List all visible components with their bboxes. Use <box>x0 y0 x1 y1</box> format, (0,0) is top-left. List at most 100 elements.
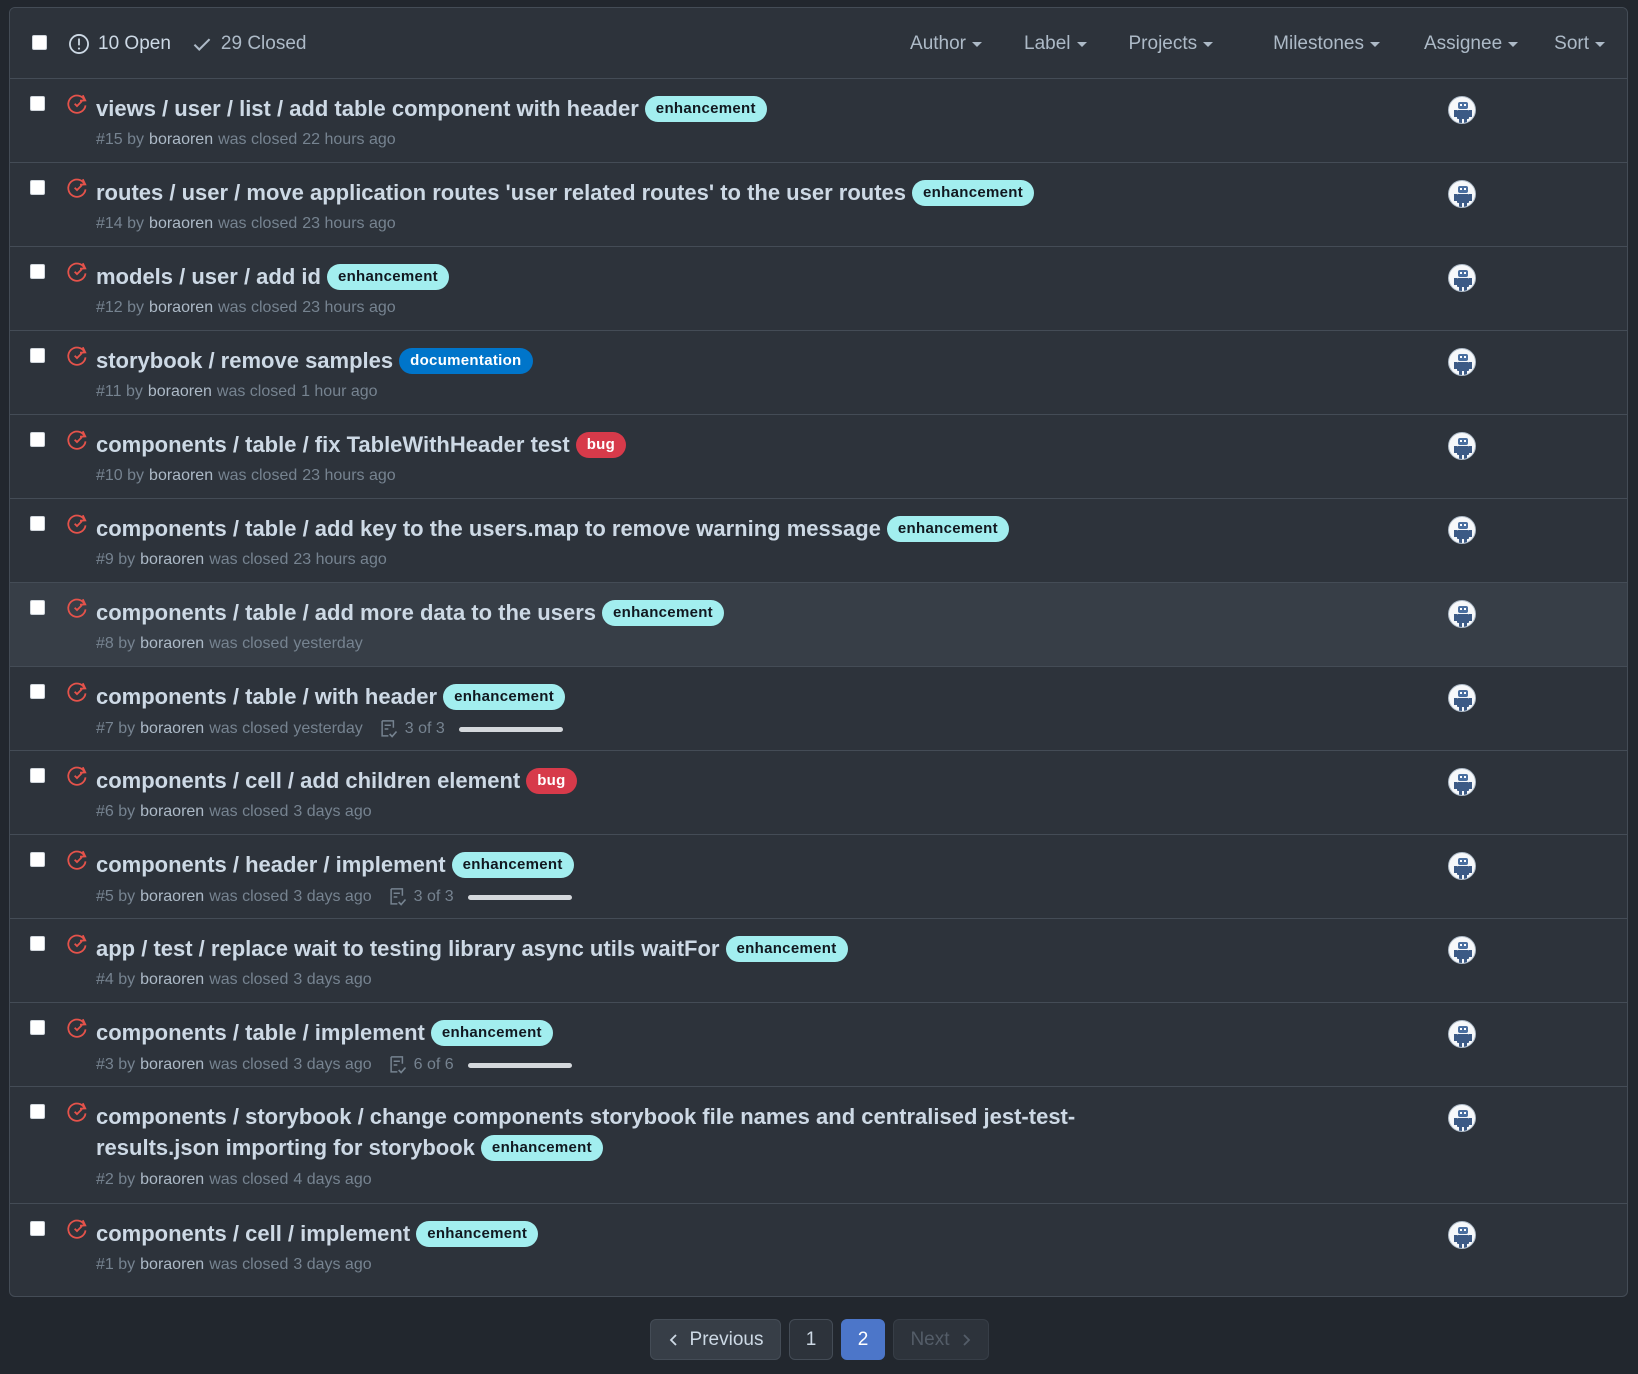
assignee-avatar[interactable] <box>1448 684 1476 712</box>
issue-author-link[interactable]: boraoren <box>149 215 213 233</box>
issue-title-link[interactable]: models / user / add id <box>96 264 321 289</box>
issue-title-link[interactable]: routes / user / move application routes … <box>96 180 906 205</box>
issue-title-link[interactable]: components / table / implement <box>96 1020 425 1045</box>
issue-checkbox[interactable] <box>30 852 45 867</box>
issue-row[interactable]: components / cell / add children element… <box>10 751 1627 835</box>
assignee-avatar[interactable] <box>1448 432 1476 460</box>
issue-row[interactable]: components / table / add key to the user… <box>10 499 1627 583</box>
milestones-filter-dropdown[interactable]: Milestones <box>1257 33 1396 55</box>
sort-dropdown[interactable]: Sort <box>1538 33 1627 55</box>
issue-label[interactable]: documentation <box>399 348 533 374</box>
page-2-current[interactable]: 2 <box>841 1319 885 1360</box>
issue-label[interactable]: enhancement <box>644 96 767 122</box>
closed-issues-link[interactable]: 29 Closed <box>191 33 306 55</box>
issue-author-link[interactable]: boraoren <box>149 467 213 485</box>
assignee-avatar[interactable] <box>1448 768 1476 796</box>
issue-row[interactable]: components / table / add more data to th… <box>10 583 1627 667</box>
issue-title-link[interactable]: components / table / fix TableWithHeader… <box>96 432 570 457</box>
issue-checkbox[interactable] <box>30 684 45 699</box>
issue-row[interactable]: views / user / list / add table componen… <box>10 79 1627 163</box>
assignee-avatar[interactable] <box>1448 1221 1476 1249</box>
assignee-filter-dropdown[interactable]: Assignee <box>1408 33 1534 55</box>
issue-row[interactable]: components / cell / implement enhancement… <box>10 1204 1627 1288</box>
issue-label[interactable]: enhancement <box>326 264 449 290</box>
issue-label[interactable]: enhancement <box>601 600 724 626</box>
issue-author-link[interactable]: boraoren <box>140 635 204 653</box>
assignee-avatar[interactable] <box>1448 348 1476 376</box>
issue-checkbox[interactable] <box>30 768 45 783</box>
issue-author-link[interactable]: boraoren <box>140 551 204 569</box>
issue-checkbox[interactable] <box>30 348 45 363</box>
issue-row[interactable]: components / header / implement enhanceme… <box>10 835 1627 919</box>
issue-row[interactable]: components / table / implement enhancemen… <box>10 1003 1627 1087</box>
issue-row[interactable]: components / storybook / change componen… <box>10 1087 1627 1204</box>
issue-label[interactable]: enhancement <box>430 1020 553 1046</box>
issue-author-link[interactable]: boraoren <box>140 971 204 989</box>
issue-row[interactable]: app / test / replace wait to testing lib… <box>10 919 1627 1003</box>
issue-checkbox[interactable] <box>30 1221 45 1236</box>
assignee-avatar[interactable] <box>1448 180 1476 208</box>
issue-author-link[interactable]: boraoren <box>149 299 213 317</box>
issue-row[interactable]: components / table / fix TableWithHeader… <box>10 415 1627 499</box>
issue-title-link[interactable]: components / table / with header <box>96 684 437 709</box>
issue-title-link[interactable]: components / table / add more data to th… <box>96 600 596 625</box>
previous-page-button[interactable]: Previous <box>650 1319 781 1360</box>
open-issues-link[interactable]: 10 Open <box>68 33 171 55</box>
avatar-robot-icon <box>1454 102 1472 123</box>
issue-title-link[interactable]: views / user / list / add table componen… <box>96 96 639 121</box>
issue-author-link[interactable]: boraoren <box>148 383 212 401</box>
issue-row[interactable]: storybook / remove samples documentation #… <box>10 331 1627 415</box>
assignee-avatar[interactable] <box>1448 936 1476 964</box>
issue-author-link[interactable]: boraoren <box>140 1256 204 1274</box>
select-all-checkbox[interactable] <box>32 35 47 50</box>
issue-closed-icon <box>67 850 87 870</box>
issue-row[interactable]: models / user / add id enhancement #12 by b… <box>10 247 1627 331</box>
issue-label[interactable]: enhancement <box>443 684 566 710</box>
issue-title-link[interactable]: app / test / replace wait to testing lib… <box>96 936 720 961</box>
task-progress-fill <box>467 1062 572 1068</box>
issue-label[interactable]: enhancement <box>725 936 848 962</box>
issue-title-link[interactable]: components / header / implement <box>96 852 446 877</box>
issue-label[interactable]: enhancement <box>480 1135 603 1161</box>
assignee-avatar[interactable] <box>1448 1020 1476 1048</box>
issue-checkbox[interactable] <box>30 600 45 615</box>
issue-checkbox[interactable] <box>30 1104 45 1119</box>
issue-author-link[interactable]: boraoren <box>140 888 204 906</box>
issue-label[interactable]: enhancement <box>912 180 1035 206</box>
issue-label[interactable]: bug <box>526 768 577 794</box>
issue-title-link[interactable]: components / cell / add children element <box>96 768 520 793</box>
issue-checkbox[interactable] <box>30 432 45 447</box>
issue-author-link[interactable]: boraoren <box>140 803 204 821</box>
issue-title-link[interactable]: components / cell / implement <box>96 1221 410 1246</box>
assignee-avatar[interactable] <box>1448 1104 1476 1132</box>
issue-label[interactable]: enhancement <box>886 516 1009 542</box>
issue-author-link[interactable]: boraoren <box>140 1171 204 1189</box>
issue-checkbox[interactable] <box>30 1020 45 1035</box>
task-progress-bar <box>458 726 563 732</box>
issue-author-link[interactable]: boraoren <box>140 720 204 738</box>
next-page-button[interactable]: Next <box>893 1319 989 1360</box>
issue-label[interactable]: enhancement <box>451 852 574 878</box>
assignee-avatar[interactable] <box>1448 516 1476 544</box>
issue-title-link[interactable]: storybook / remove samples <box>96 348 393 373</box>
issue-label[interactable]: bug <box>575 432 627 458</box>
issue-row[interactable]: components / table / with header enhancem… <box>10 667 1627 751</box>
issue-checkbox[interactable] <box>30 96 45 111</box>
assignee-avatar[interactable] <box>1448 852 1476 880</box>
assignee-avatar[interactable] <box>1448 96 1476 124</box>
issue-checkbox[interactable] <box>30 264 45 279</box>
page-1-link[interactable]: 1 <box>789 1319 833 1360</box>
projects-filter-dropdown[interactable]: Projects <box>1113 33 1230 55</box>
label-filter-dropdown[interactable]: Label <box>1008 33 1103 55</box>
issue-label[interactable]: enhancement <box>416 1221 539 1247</box>
issue-row[interactable]: routes / user / move application routes … <box>10 163 1627 247</box>
issue-checkbox[interactable] <box>30 180 45 195</box>
issue-checkbox[interactable] <box>30 936 45 951</box>
assignee-avatar[interactable] <box>1448 264 1476 292</box>
issue-author-link[interactable]: boraoren <box>149 131 213 149</box>
issue-author-link[interactable]: boraoren <box>140 1056 204 1074</box>
issue-checkbox[interactable] <box>30 516 45 531</box>
assignee-avatar[interactable] <box>1448 600 1476 628</box>
issue-title-link[interactable]: components / table / add key to the user… <box>96 516 881 541</box>
author-filter-dropdown[interactable]: Author <box>894 33 998 55</box>
